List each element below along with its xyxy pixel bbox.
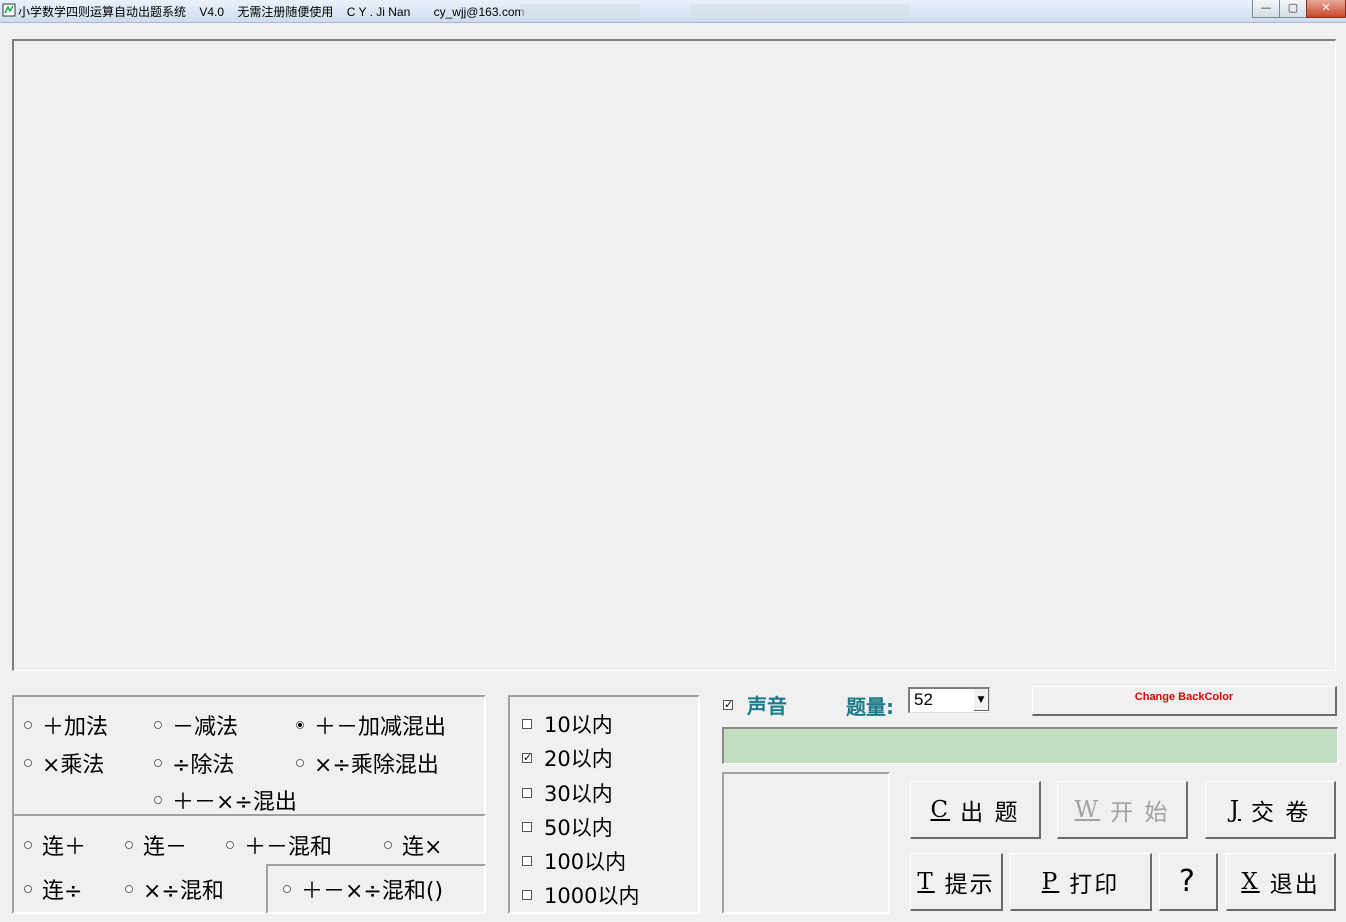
count-label: 题量: xyxy=(846,695,894,719)
submit-button[interactable]: J交 卷 xyxy=(1205,781,1336,839)
checkbox-sound[interactable]: ✓ 声音 xyxy=(723,690,787,719)
radio-dot[interactable] xyxy=(154,759,162,767)
print-button[interactable]: P 打印 xyxy=(1010,853,1152,911)
radio-subtract[interactable]: －减法 xyxy=(154,709,238,741)
change-backcolor-button[interactable]: Change BackColor xyxy=(1032,686,1337,716)
checkbox-box[interactable] xyxy=(522,890,532,900)
checkbox-range-30[interactable]: 30以内 xyxy=(522,778,613,808)
radio-mul-div-mix[interactable]: ×÷乘除混出 xyxy=(296,747,439,779)
title-bar: 小学数学四则运算自动出题系统 V4.0 无需注册随便使用 C Y . Ji Na… xyxy=(0,0,1346,23)
checkbox-box[interactable] xyxy=(522,788,532,798)
checkbox-box[interactable] xyxy=(522,719,532,729)
checkbox-box-checked[interactable]: ✓ xyxy=(522,752,532,763)
checkbox-box-checked[interactable]: ✓ xyxy=(723,699,733,710)
checkbox-range-100[interactable]: 100以内 xyxy=(522,846,626,876)
checkbox-box[interactable] xyxy=(522,856,532,866)
maximize-button[interactable]: ▢ xyxy=(1279,0,1307,18)
radio-dot[interactable] xyxy=(24,721,32,729)
radio-dot[interactable] xyxy=(24,759,32,767)
help-button[interactable]: ? xyxy=(1159,853,1218,911)
hint-button[interactable]: T 提示 xyxy=(910,853,1003,911)
radio-all-combo-paren[interactable]: ＋－×÷混和() xyxy=(283,873,443,905)
start-button[interactable]: W开 始 xyxy=(1057,781,1188,839)
radio-dot[interactable] xyxy=(24,841,32,849)
checkbox-range-1000[interactable]: 1000以内 xyxy=(522,880,639,910)
exit-button[interactable]: X 退出 xyxy=(1226,853,1336,911)
radio-add[interactable]: ＋加法 xyxy=(24,709,108,741)
radio-dot[interactable] xyxy=(154,796,162,804)
count-combobox[interactable]: 52 ▼ xyxy=(908,687,990,713)
radio-dot[interactable] xyxy=(296,759,304,767)
checkbox-range-50[interactable]: 50以内 xyxy=(522,812,613,842)
question-display-area xyxy=(12,39,1336,671)
radio-chain-subtract[interactable]: 连－ xyxy=(125,829,187,861)
radio-add-sub-mix[interactable]: ＋－加减混出 xyxy=(296,709,446,741)
background-window-ghost xyxy=(690,4,910,18)
chevron-down-icon[interactable]: ▼ xyxy=(973,689,989,711)
radio-dot[interactable] xyxy=(125,841,133,849)
radio-divide[interactable]: ÷除法 xyxy=(154,747,234,779)
close-button[interactable]: ✕ xyxy=(1306,0,1346,18)
radio-dot[interactable] xyxy=(226,841,234,849)
radio-chain-divide[interactable]: 连÷ xyxy=(24,873,82,905)
radio-dot[interactable] xyxy=(283,885,291,893)
radio-dot[interactable] xyxy=(24,885,32,893)
checkbox-range-20[interactable]: ✓ 20以内 xyxy=(522,743,613,773)
minimize-button[interactable]: — xyxy=(1252,0,1280,18)
radio-all-mix[interactable]: ＋－×÷混出 xyxy=(154,784,297,816)
checkbox-box[interactable] xyxy=(522,822,532,832)
radio-chain-add[interactable]: 连＋ xyxy=(24,829,86,861)
info-box xyxy=(722,772,890,914)
background-window-ghost xyxy=(520,4,640,18)
window-title: 小学数学四则运算自动出题系统 V4.0 无需注册随便使用 C Y . Ji Na… xyxy=(18,5,525,19)
radio-mul-div-combo[interactable]: ×÷混和 xyxy=(125,873,224,905)
radio-add-sub-combo[interactable]: ＋－混和 xyxy=(226,829,332,861)
radio-dot-selected[interactable] xyxy=(296,721,304,729)
radio-dot[interactable] xyxy=(154,721,162,729)
radio-dot[interactable] xyxy=(384,841,392,849)
radio-chain-multiply[interactable]: 连× xyxy=(384,829,442,861)
radio-multiply[interactable]: ×乘法 xyxy=(24,747,104,779)
app-icon xyxy=(2,3,16,17)
checkbox-range-10[interactable]: 10以内 xyxy=(522,709,613,739)
radio-dot[interactable] xyxy=(125,885,133,893)
generate-button[interactable]: C出 题 xyxy=(910,781,1041,839)
answer-input-field[interactable] xyxy=(722,727,1338,764)
count-value: 52 xyxy=(914,690,933,709)
